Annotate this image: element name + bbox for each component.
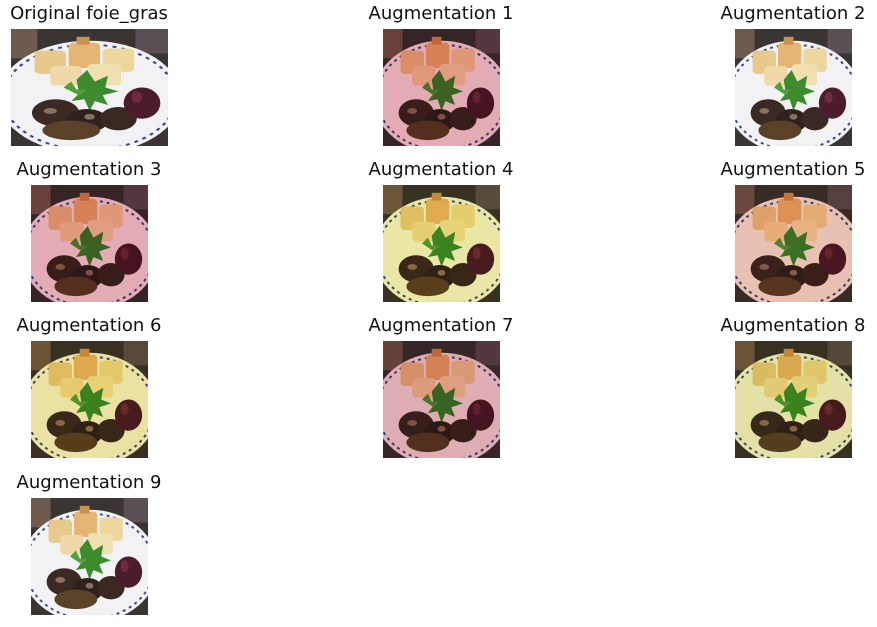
panel-title: Augmentation 7 [368,315,514,336]
panel-title: Augmentation 6 [16,315,162,336]
panel-title: Augmentation 3 [16,159,162,180]
panel-augmentation-9: Augmentation 9 [0,472,189,615]
food-image [30,185,148,302]
panel-title: Augmentation 2 [720,3,866,24]
panel-augmentation-5: Augmentation 5 [693,159,877,302]
panel-augmentation-2: Augmentation 2 [693,3,877,146]
food-image [382,341,500,458]
food-image [30,498,148,615]
panel-augmentation-7: Augmentation 7 [341,315,541,458]
panel-augmentation-8: Augmentation 8 [693,315,877,458]
food-image [10,29,168,146]
panel-title: Augmentation 8 [720,315,866,336]
food-image [382,185,500,302]
panel-augmentation-6: Augmentation 6 [0,315,189,458]
food-image [382,29,500,146]
panel-title: Original foie_gras [10,3,168,24]
panel-title: Augmentation 1 [368,3,514,24]
panel-augmentation-4: Augmentation 4 [341,159,541,302]
panel-original: Original foie_gras [0,3,189,146]
food-image [734,341,852,458]
panel-title: Augmentation 9 [16,472,162,493]
food-image [734,29,852,146]
panel-augmentation-1: Augmentation 1 [341,3,541,146]
panel-title: Augmentation 4 [368,159,514,180]
panel-augmentation-3: Augmentation 3 [0,159,189,302]
food-image [734,185,852,302]
panel-title: Augmentation 5 [720,159,866,180]
food-image [30,341,148,458]
